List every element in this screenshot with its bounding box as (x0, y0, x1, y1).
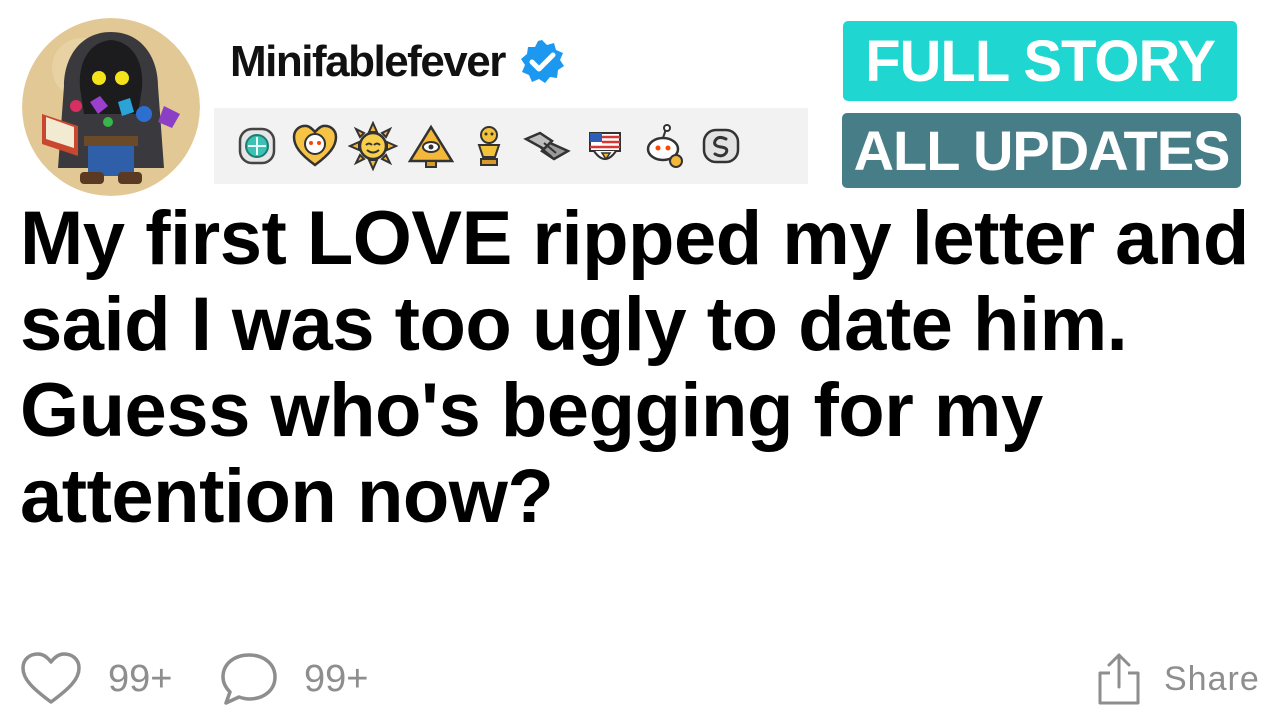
hooded-figure-avatar-icon (22, 18, 200, 196)
avatar[interactable] (22, 18, 200, 196)
share-icon-wrap[interactable] (1094, 648, 1144, 710)
like-action[interactable] (20, 648, 82, 710)
comment-count: 99+ (304, 657, 369, 700)
post-title: My first LOVE ripped my letter and said … (20, 196, 1249, 539)
comment-bubble-icon (221, 653, 277, 705)
sun-award-icon (348, 121, 398, 171)
handshake-award-icon (523, 131, 571, 161)
crystal-award-icon (238, 127, 276, 165)
heart-snoo-award-icon (292, 124, 338, 167)
username-row: Minifablefever (230, 32, 567, 92)
share-icon (1098, 653, 1140, 705)
gold-trophy-snoo-award-icon (477, 126, 501, 166)
heart-icon (21, 652, 81, 704)
verified-badge-icon (520, 40, 564, 83)
username[interactable]: Minifablefever (230, 37, 506, 87)
snoo-award-icon (646, 124, 683, 168)
action-bar: 99+ 99+ Share (20, 648, 1260, 710)
eagle-flag-award-icon (589, 132, 621, 161)
comment-action[interactable] (220, 648, 278, 710)
like-count: 99+ (108, 657, 173, 700)
awards-bar (214, 108, 808, 184)
silver-coin-award-icon (702, 128, 740, 164)
share-button[interactable]: Share (1164, 648, 1260, 710)
full-story-badge[interactable]: FULL STORY (843, 21, 1237, 101)
pyramid-eye-award-icon (407, 124, 455, 168)
all-updates-badge[interactable]: ALL UPDATES (842, 113, 1241, 188)
